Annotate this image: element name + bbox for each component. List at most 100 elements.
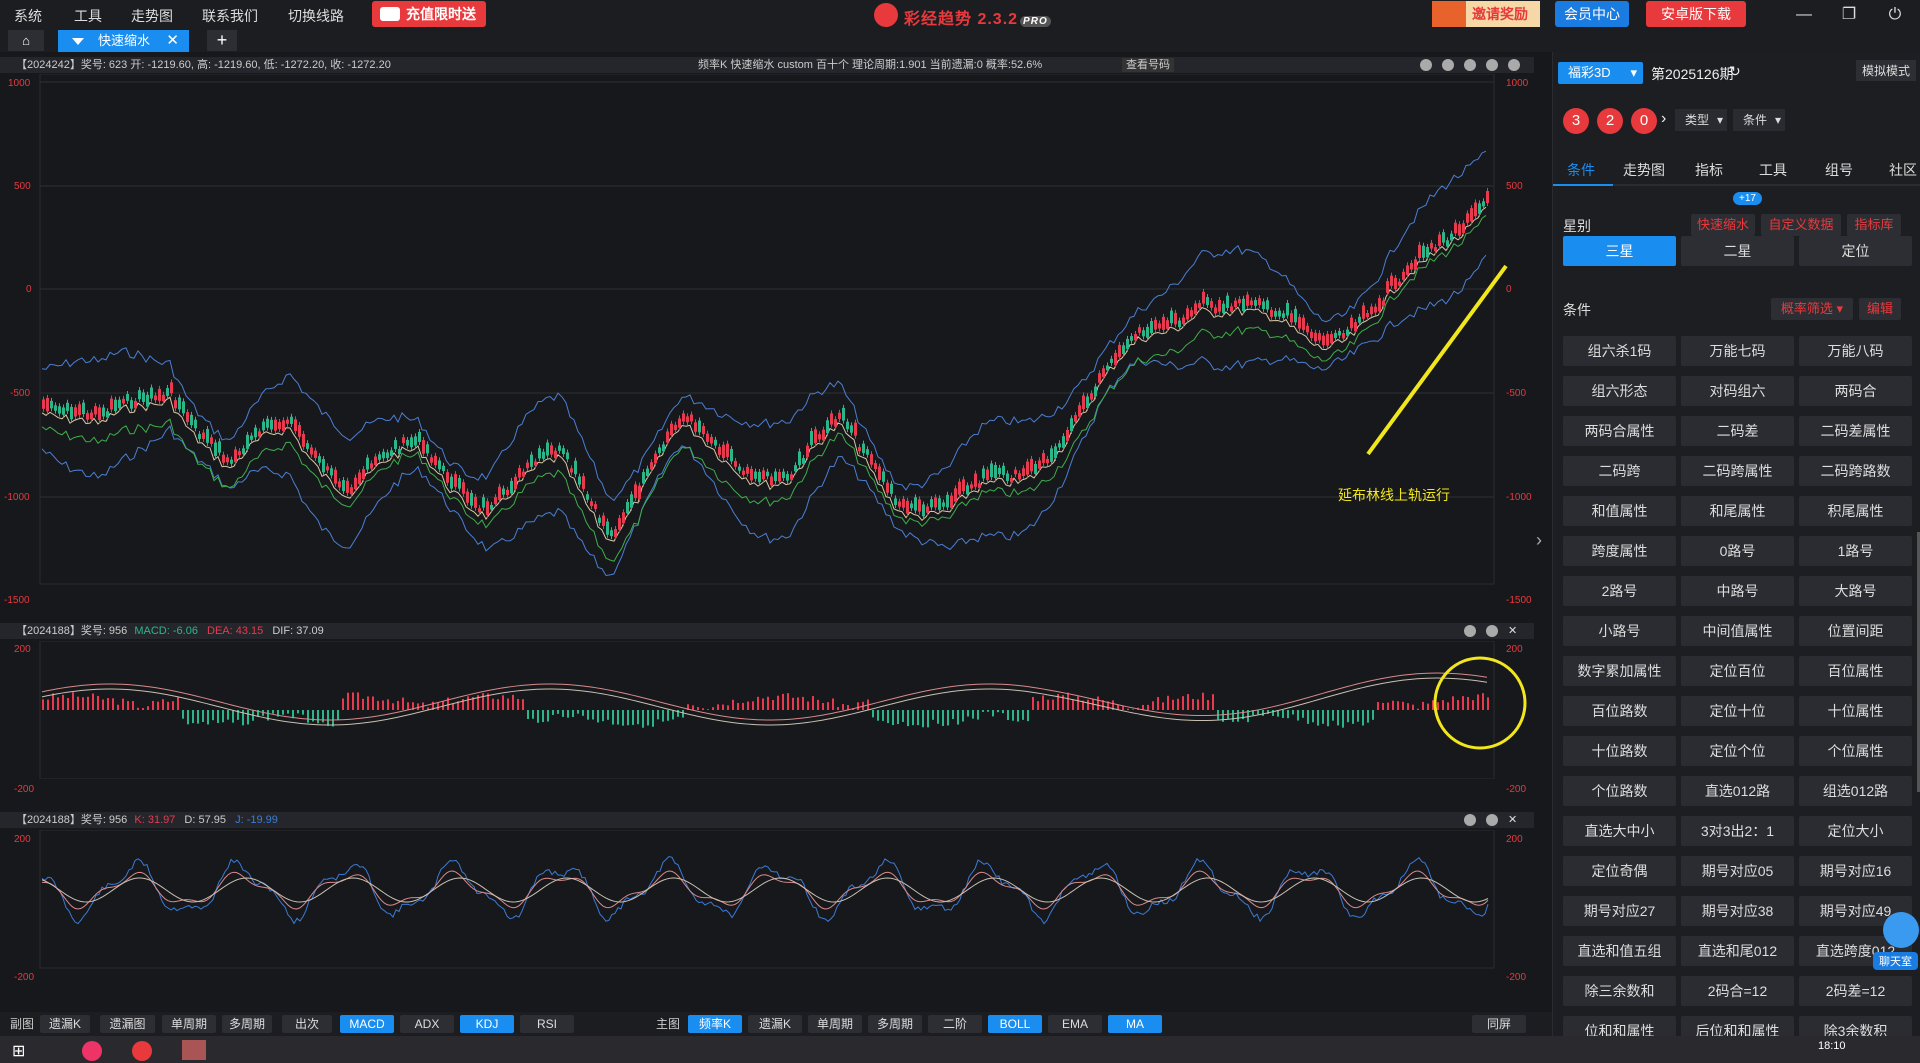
media-app-icon[interactable] (182, 1040, 206, 1060)
condition-button[interactable]: 3对3出2：1 (1681, 816, 1794, 846)
tab-conditions[interactable]: 条件 (1567, 160, 1595, 180)
main-btn-freq-k[interactable]: 频率K (688, 1015, 742, 1033)
main-btn-multi-period[interactable]: 多周期 (868, 1015, 922, 1033)
sub-btn-times[interactable]: 出次 (282, 1015, 332, 1033)
kdj-chart[interactable] (0, 830, 1534, 1030)
probability-filter-dropdown[interactable]: 概率筛选 ▾ (1771, 298, 1853, 320)
close-icon[interactable]: ✕ (1508, 812, 1517, 828)
condition-button[interactable]: 两码合属性 (1563, 416, 1676, 446)
promo-button[interactable]: 充值限时送 (372, 1, 486, 27)
condition-button[interactable]: 万能八码 (1799, 336, 1912, 366)
condition-dropdown[interactable]: 条件 ▾ (1733, 109, 1785, 131)
menu-contact[interactable]: 联系我们 (202, 6, 258, 26)
indicator-library-button[interactable]: 指标库 (1847, 214, 1901, 236)
condition-button[interactable]: 个位路数 (1563, 776, 1676, 806)
condition-button[interactable]: 组六形态 (1563, 376, 1676, 406)
condition-button[interactable]: 二码差属性 (1799, 416, 1912, 446)
condition-button[interactable]: 2路号 (1563, 576, 1676, 606)
main-btn-second-order[interactable]: 二阶 (928, 1015, 982, 1033)
invite-button[interactable]: 邀请奖励 (1432, 1, 1540, 27)
chat-room-button[interactable]: 聊天室 (1873, 952, 1918, 970)
condition-button[interactable]: 除三余数和 (1563, 976, 1676, 1006)
condition-button[interactable]: 积尾属性 (1799, 496, 1912, 526)
main-btn-ema[interactable]: EMA (1048, 1015, 1102, 1033)
macd-chart[interactable] (0, 641, 1534, 779)
simulation-mode-button[interactable]: 模拟模式 (1856, 60, 1917, 81)
menu-tools[interactable]: 工具 (74, 6, 102, 26)
quick-shrink-button[interactable]: 快速缩水 (1691, 214, 1755, 236)
menu-system[interactable]: 系统 (14, 6, 42, 26)
android-download-button[interactable]: 安卓版下载 (1646, 1, 1746, 27)
condition-button[interactable]: 和值属性 (1563, 496, 1676, 526)
main-btn-ma[interactable]: MA (1108, 1015, 1162, 1033)
menu-trend[interactable]: 走势图 (131, 6, 173, 26)
chevron-right-icon[interactable]: › (1661, 110, 1666, 128)
condition-button[interactable]: 直选大中小 (1563, 816, 1676, 846)
settings-icon[interactable] (1508, 59, 1520, 71)
condition-button[interactable]: 大路号 (1799, 576, 1912, 606)
condition-button[interactable]: 跨度属性 (1563, 536, 1676, 566)
custom-data-button[interactable]: 自定义数据 (1761, 214, 1841, 236)
condition-button[interactable]: 期号对应27 (1563, 896, 1676, 926)
condition-button[interactable]: 组选012路 (1799, 776, 1912, 806)
restore-icon[interactable]: ❐ (1838, 4, 1860, 26)
power-icon[interactable]: ⏻ (1884, 4, 1906, 26)
condition-button[interactable]: 直选和值五组 (1563, 936, 1676, 966)
condition-button[interactable]: 个位属性 (1799, 736, 1912, 766)
pin-icon[interactable] (1464, 625, 1476, 637)
sync-screen-button[interactable]: 同屏 (1472, 1015, 1526, 1033)
condition-button[interactable]: 组六杀1码 (1563, 336, 1676, 366)
condition-button[interactable]: 对码组六 (1681, 376, 1794, 406)
main-btn-boll[interactable]: BOLL (988, 1015, 1042, 1033)
condition-button[interactable]: 中间值属性 (1681, 616, 1794, 646)
sub-btn-macd[interactable]: MACD (340, 1015, 394, 1033)
condition-button[interactable]: 二码差 (1681, 416, 1794, 446)
sub-btn-omit-chart[interactable]: 遗漏图 (100, 1015, 155, 1033)
main-btn-single-period[interactable]: 单周期 (808, 1015, 862, 1033)
sub-btn-rsi[interactable]: RSI (520, 1015, 574, 1033)
sub-btn-multi-period[interactable]: 多周期 (222, 1015, 272, 1033)
condition-button[interactable]: 十位路数 (1563, 736, 1676, 766)
main-btn-omit-k[interactable]: 遗漏K (748, 1015, 802, 1033)
tab-tools[interactable]: 工具 (1759, 160, 1787, 180)
condition-button[interactable]: 二码跨属性 (1681, 456, 1794, 486)
condition-button[interactable]: 1路号 (1799, 536, 1912, 566)
condition-button[interactable]: 定位大小 (1799, 816, 1912, 846)
add-tab-icon[interactable]: + (207, 30, 237, 51)
windows-start-icon[interactable]: ⊞ (12, 1041, 25, 1061)
lottery-select[interactable]: 福彩3D ▾ (1558, 62, 1643, 84)
main-kline-chart[interactable] (0, 74, 1534, 586)
pencil-icon[interactable] (1420, 59, 1432, 71)
condition-button[interactable]: 定位奇偶 (1563, 856, 1676, 886)
condition-button[interactable]: 0路号 (1681, 536, 1794, 566)
condition-button[interactable]: 期号对应05 (1681, 856, 1794, 886)
pin-icon[interactable] (1464, 814, 1476, 826)
home-icon[interactable]: ⌂ (8, 30, 44, 51)
tab-quick-shrink[interactable]: 快速缩水 ✕ (58, 30, 189, 52)
condition-button[interactable]: 直选和尾012 (1681, 936, 1794, 966)
tab-indicators[interactable]: 指标 (1695, 160, 1723, 180)
close-icon[interactable]: ✕ (1508, 623, 1517, 639)
condition-button[interactable]: 定位百位 (1681, 656, 1794, 686)
condition-button[interactable]: 期号对应16 (1799, 856, 1912, 886)
browser-icon[interactable] (82, 1041, 102, 1061)
minimize-icon[interactable]: — (1793, 4, 1815, 26)
condition-button[interactable]: 两码合 (1799, 376, 1912, 406)
tab-groups[interactable]: 组号 (1825, 160, 1853, 180)
menu-switch-line[interactable]: 切换线路 (288, 6, 344, 26)
star-two[interactable]: 二星 (1681, 236, 1794, 266)
condition-button[interactable]: 中路号 (1681, 576, 1794, 606)
condition-button[interactable]: 数字累加属性 (1563, 656, 1676, 686)
star-three[interactable]: 三星 (1563, 236, 1676, 266)
star-position[interactable]: 定位 (1799, 236, 1912, 266)
settings-icon[interactable] (1486, 625, 1498, 637)
chat-bot-icon[interactable] (1883, 912, 1919, 948)
condition-button[interactable]: 二码跨 (1563, 456, 1676, 486)
app-taskbar-icon[interactable] (132, 1041, 152, 1061)
tab-trend[interactable]: 走势图 (1623, 160, 1665, 180)
settings-icon[interactable] (1486, 814, 1498, 826)
edit-button[interactable]: 编辑 (1859, 298, 1901, 320)
condition-button[interactable]: 定位十位 (1681, 696, 1794, 726)
refresh-icon[interactable]: ↻ (1729, 63, 1741, 80)
vip-center-button[interactable]: 会员中心 (1555, 1, 1629, 27)
